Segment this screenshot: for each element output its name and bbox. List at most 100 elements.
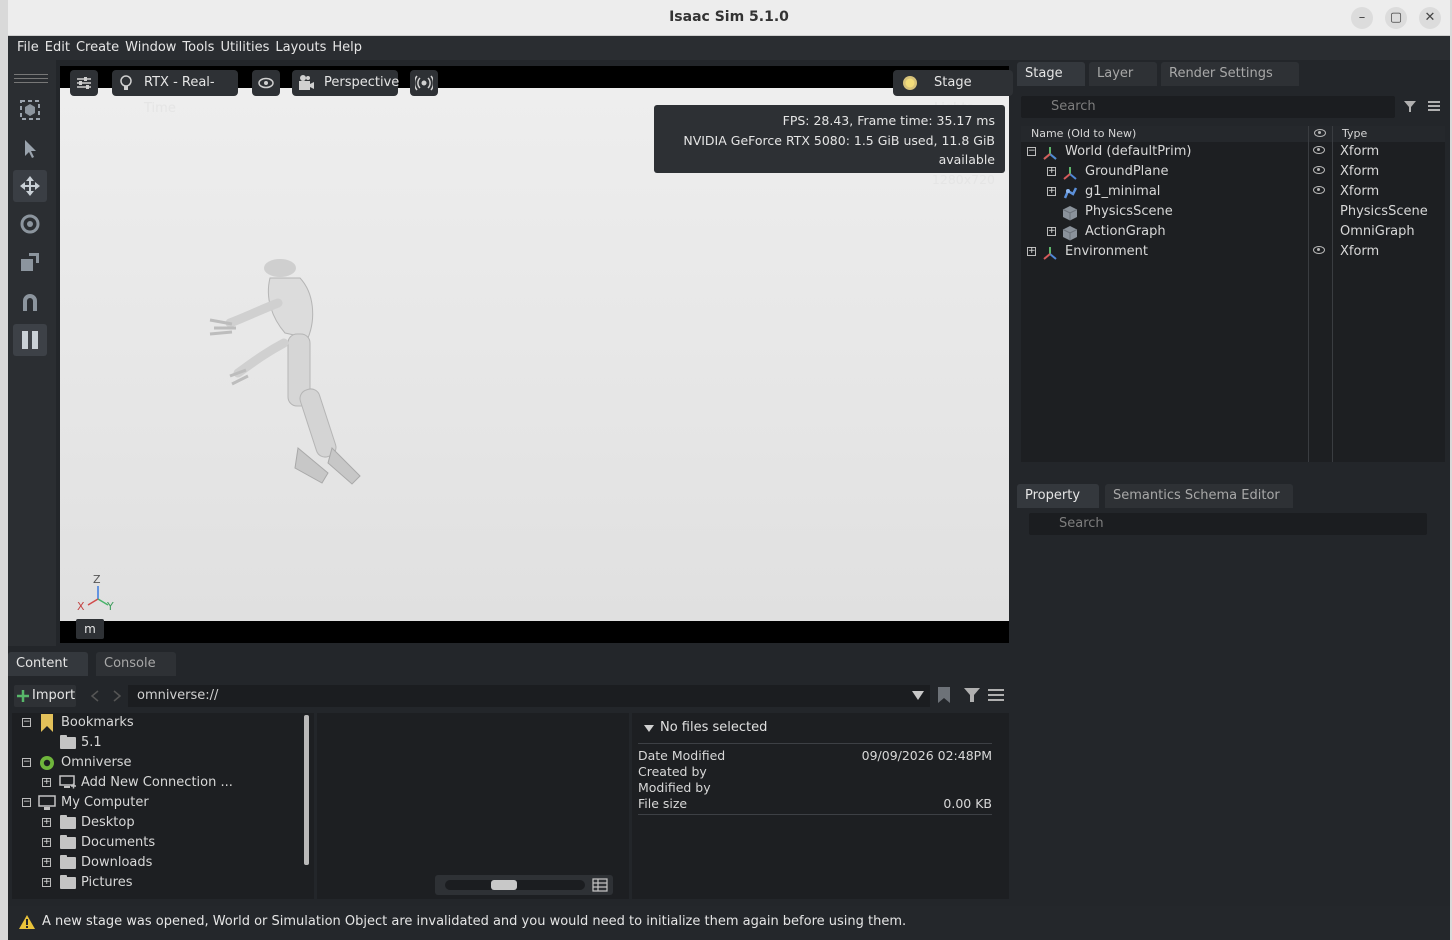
axis-x-label: X xyxy=(77,600,85,613)
visibility-toggle-icon[interactable] xyxy=(1313,186,1325,194)
grid-view-icon[interactable] xyxy=(592,878,608,892)
stage-tree[interactable]: Name (Old to New) Type − World (defaultP… xyxy=(1021,126,1445,462)
status-message: A new stage was opened, World or Simulat… xyxy=(42,914,907,929)
column-type-header[interactable]: Type xyxy=(1342,126,1367,142)
forward-arrow-icon[interactable] xyxy=(112,690,122,702)
tab-layer[interactable]: Layer xyxy=(1089,62,1157,86)
expand-icon[interactable]: + xyxy=(1027,247,1036,256)
folder-icon xyxy=(60,835,76,849)
expand-icon[interactable]: + xyxy=(1047,167,1056,176)
expand-icon[interactable]: + xyxy=(42,878,51,887)
hamburger-menu-icon[interactable] xyxy=(1426,98,1442,114)
sun-icon xyxy=(903,76,917,90)
visibility-toggle-icon[interactable] xyxy=(1313,166,1325,174)
cube-icon xyxy=(1062,226,1078,241)
back-arrow-icon[interactable] xyxy=(90,690,100,702)
visibility-toggle-icon[interactable] xyxy=(1313,146,1325,154)
content-tree[interactable]: − Bookmarks 5.1 − Omniverse + Add New Co… xyxy=(12,713,314,899)
gpu-readout: NVIDIA GeForce RTX 5080: 1.5 GiB used, 1… xyxy=(683,132,995,168)
tab-stage[interactable]: Stage xyxy=(1017,62,1085,86)
menu-create[interactable]: Create xyxy=(73,36,122,60)
collapse-icon[interactable]: − xyxy=(1027,147,1036,156)
slider-handle[interactable] xyxy=(491,880,517,890)
stage-lights-button[interactable]: Stage Lights xyxy=(893,70,1013,116)
menu-bar: File Edit Create Window Tools Utilities Layout… xyxy=(8,36,1450,60)
snap-button[interactable] xyxy=(13,286,47,318)
renderer-button[interactable]: RTX - Real-Time xyxy=(112,70,238,116)
cube-icon xyxy=(1062,206,1078,221)
stage-row-environment[interactable]: + Environment Xform xyxy=(1021,242,1445,262)
expand-icon[interactable]: + xyxy=(42,838,51,847)
tree-scrollbar[interactable] xyxy=(304,715,309,865)
select-button[interactable] xyxy=(13,132,47,164)
tab-semantics-schema-editor[interactable]: Semantics Schema Editor xyxy=(1105,484,1293,508)
stage-search-input[interactable]: Search xyxy=(1021,96,1395,118)
bookmark-icon[interactable] xyxy=(937,687,951,703)
filter-icon[interactable] xyxy=(963,687,981,703)
rotate-button[interactable] xyxy=(13,208,47,240)
folder-icon xyxy=(60,735,76,749)
import-button[interactable]: Import xyxy=(14,685,76,707)
expand-icon[interactable]: + xyxy=(1047,187,1056,196)
units-button[interactable]: m xyxy=(76,619,104,639)
path-input[interactable]: omniverse:// xyxy=(128,685,930,707)
xform-icon xyxy=(1043,247,1057,260)
tab-content[interactable]: Content xyxy=(8,652,88,676)
path-dropdown-icon[interactable] xyxy=(912,691,924,701)
minimize-button[interactable]: – xyxy=(1351,7,1373,29)
viewport[interactable]: RTX - Real-Time Perspective Stage Lights… xyxy=(60,66,1013,643)
expand-icon[interactable]: + xyxy=(1047,227,1056,236)
hamburger-menu-icon[interactable] xyxy=(987,687,1005,703)
viewport-settings-button[interactable] xyxy=(70,70,98,96)
chevron-down-icon[interactable] xyxy=(644,725,654,733)
menu-edit[interactable]: Edit xyxy=(42,36,73,60)
stage-row-g1-minimal[interactable]: + g1_minimal Xform xyxy=(1021,182,1445,202)
stage-row-groundplane[interactable]: + GroundPlane Xform xyxy=(1021,162,1445,182)
content-panel: Content Console Import omniverse:// − Bo… xyxy=(8,648,1013,900)
box-select-icon xyxy=(20,100,40,120)
stage-row-world[interactable]: − World (defaultPrim) Xform xyxy=(1021,142,1445,162)
collapse-icon[interactable]: − xyxy=(22,758,31,767)
stage-row-actiongraph[interactable]: + ActionGraph OmniGraph xyxy=(1021,222,1445,242)
axis-z-label: Z xyxy=(93,573,101,586)
folder-icon xyxy=(60,855,76,869)
visibility-toggle-icon[interactable] xyxy=(1313,246,1325,254)
collapse-icon[interactable]: − xyxy=(22,798,31,807)
expand-icon[interactable]: + xyxy=(42,818,51,827)
box-select-button[interactable] xyxy=(13,94,47,126)
menu-file[interactable]: File xyxy=(14,36,42,60)
tab-console[interactable]: Console xyxy=(96,652,176,676)
expand-icon[interactable]: + xyxy=(42,778,51,787)
file-grid[interactable] xyxy=(317,713,629,899)
close-button[interactable]: ✕ xyxy=(1419,7,1441,29)
arrow-select-icon xyxy=(25,140,36,158)
thumbnail-size-slider[interactable] xyxy=(435,875,613,895)
column-name-header[interactable]: Name (Old to New) xyxy=(1031,126,1136,142)
filter-icon[interactable] xyxy=(1402,98,1418,114)
toolbar-grip[interactable] xyxy=(14,74,48,75)
menu-utilities[interactable]: Utilities xyxy=(217,36,272,60)
menu-layouts[interactable]: Layouts xyxy=(272,36,329,60)
expand-icon[interactable]: + xyxy=(42,858,51,867)
prim-type: Xform xyxy=(1340,144,1380,159)
xform-icon xyxy=(1043,147,1057,160)
move-button[interactable] xyxy=(13,170,47,202)
stage-row-physicsscene[interactable]: PhysicsScene PhysicsScene xyxy=(1021,202,1445,222)
pause-button[interactable] xyxy=(13,324,47,356)
tab-render-settings[interactable]: Render Settings xyxy=(1161,62,1299,86)
camera-button[interactable]: Perspective xyxy=(292,70,399,96)
menu-window[interactable]: Window xyxy=(122,36,179,60)
stage-tree-header: Name (Old to New) Type xyxy=(1021,126,1445,142)
menu-help[interactable]: Help xyxy=(329,36,365,60)
tab-property[interactable]: Property xyxy=(1017,484,1099,508)
menu-tools[interactable]: Tools xyxy=(179,36,217,60)
prim-name: ActionGraph xyxy=(1085,224,1166,239)
scale-button[interactable] xyxy=(13,246,47,278)
maximize-button[interactable]: ▢ xyxy=(1385,7,1407,29)
prim-name: World (defaultPrim) xyxy=(1065,144,1192,159)
property-search-input[interactable]: Search xyxy=(1029,513,1427,535)
broadcast-button[interactable] xyxy=(410,70,438,96)
warning-icon xyxy=(19,915,35,929)
visibility-button[interactable] xyxy=(252,70,280,96)
collapse-icon[interactable]: − xyxy=(22,718,31,727)
